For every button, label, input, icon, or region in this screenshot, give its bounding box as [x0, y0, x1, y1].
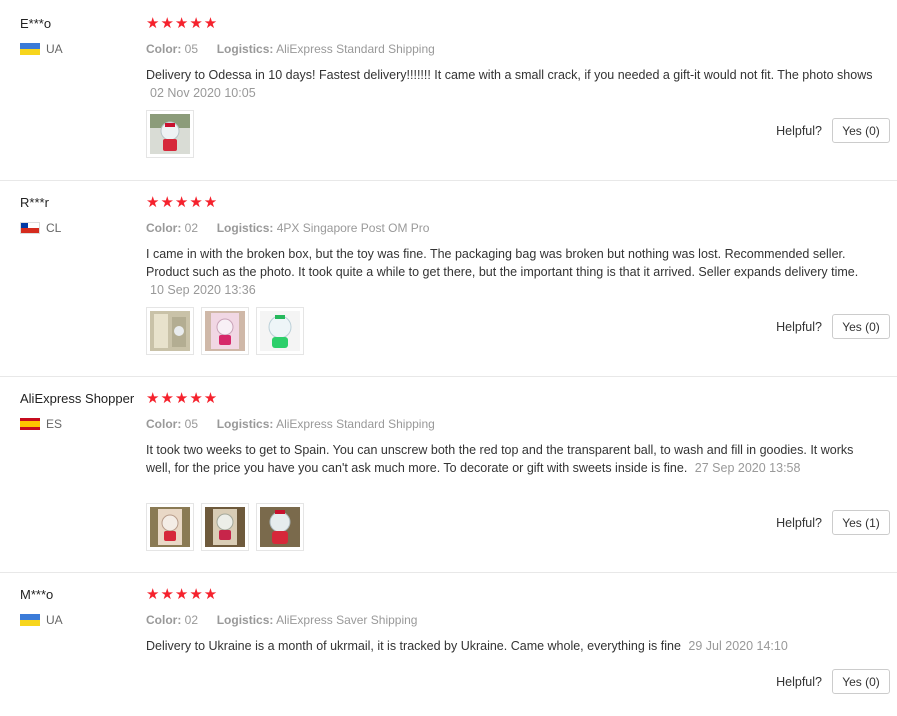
review-photo-thumbnail[interactable]	[146, 503, 194, 551]
reviewer-country: CL	[20, 221, 61, 235]
color-value: 02	[184, 221, 199, 235]
color-value: 05	[184, 42, 199, 56]
product-photo-icon	[260, 507, 300, 547]
review-photo-thumbnail[interactable]	[201, 503, 249, 551]
logistics-label: Logistics:	[216, 221, 274, 235]
reviewer-country: ES	[20, 417, 62, 431]
reviewer-name: R***r	[20, 195, 49, 210]
flag-es-icon	[20, 418, 40, 430]
helpful-yes-button[interactable]: Yes (1)	[832, 510, 890, 535]
star-rating: ★★★★★	[146, 15, 219, 32]
review-photo-thumbnail[interactable]	[256, 307, 304, 355]
logistics-label: Logistics:	[216, 42, 274, 56]
logistics-label: Logistics:	[216, 613, 274, 627]
review-item: AliExpress Shopper ES ★★★★★ Color: 05 Lo…	[0, 376, 897, 572]
review-meta: Color: 05 Logistics: AliExpress Standard…	[146, 42, 435, 56]
color-value: 02	[184, 613, 199, 627]
helpful-section: Helpful? Yes (0)	[776, 314, 890, 339]
review-photos	[146, 307, 311, 355]
helpful-label: Helpful?	[776, 123, 822, 138]
star-rating: ★★★★★	[146, 586, 219, 603]
review-meta: Color: 05 Logistics: AliExpress Standard…	[146, 417, 435, 431]
review-meta: Color: 02 Logistics: AliExpress Saver Sh…	[146, 613, 417, 627]
review-text: I came in with the broken box, but the t…	[146, 247, 859, 279]
color-label: Color:	[146, 417, 182, 431]
review-text: Delivery to Odessa in 10 days! Fastest d…	[146, 68, 873, 82]
reviewer-name: AliExpress Shopper	[20, 391, 135, 406]
logistics-value: AliExpress Standard Shipping	[276, 42, 435, 56]
helpful-section: Helpful? Yes (1)	[776, 510, 890, 535]
review-content: It took two weeks to get to Spain. You c…	[146, 441, 876, 477]
country-code: CL	[46, 221, 62, 235]
helpful-section: Helpful? Yes (0)	[776, 118, 890, 143]
color-label: Color:	[146, 613, 182, 627]
logistics-value: AliExpress Standard Shipping	[276, 417, 435, 431]
reviewer-country: UA	[20, 613, 63, 627]
review-item: M***o UA ★★★★★ Color: 02 Logistics: AliE…	[0, 572, 897, 716]
product-photo-icon	[150, 507, 190, 547]
review-date: 27 Sep 2020 13:58	[694, 461, 801, 475]
color-label: Color:	[146, 221, 182, 235]
product-photo-icon	[260, 311, 300, 351]
helpful-label: Helpful?	[776, 319, 822, 334]
helpful-yes-button[interactable]: Yes (0)	[832, 669, 890, 694]
logistics-value: 4PX Singapore Post OM Pro	[276, 221, 430, 235]
country-code: ES	[46, 417, 63, 431]
reviewer-name: M***o	[20, 587, 54, 602]
review-photo-thumbnail[interactable]	[256, 503, 304, 551]
review-photo-thumbnail[interactable]	[201, 307, 249, 355]
review-photos	[146, 503, 311, 551]
product-photo-icon	[150, 311, 190, 351]
logistics-label: Logistics:	[216, 417, 274, 431]
flag-cl-icon	[20, 222, 40, 234]
product-photo-icon	[150, 114, 190, 154]
star-rating: ★★★★★	[146, 390, 219, 407]
review-date: 10 Sep 2020 13:36	[150, 283, 256, 297]
review-content: Delivery to Odessa in 10 days! Fastest d…	[146, 66, 876, 102]
review-date: 02 Nov 2020 10:05	[150, 86, 256, 100]
reviewer-name: E***o	[20, 16, 52, 31]
review-item: E***o UA ★★★★★ Color: 05 Logistics: AliE…	[0, 2, 897, 180]
color-value: 05	[184, 417, 199, 431]
product-photo-icon	[205, 507, 245, 547]
helpful-yes-button[interactable]: Yes (0)	[832, 314, 890, 339]
helpful-label: Helpful?	[776, 515, 822, 530]
review-text: Delivery to Ukraine is a month of ukrmai…	[146, 639, 681, 653]
review-content: I came in with the broken box, but the t…	[146, 245, 876, 299]
review-item: R***r CL ★★★★★ Color: 02 Logistics: 4PX …	[0, 180, 897, 376]
reviewer-country: UA	[20, 42, 63, 56]
country-code: UA	[46, 42, 63, 56]
helpful-yes-button[interactable]: Yes (0)	[832, 118, 890, 143]
review-photo-thumbnail[interactable]	[146, 307, 194, 355]
star-rating: ★★★★★	[146, 194, 219, 211]
helpful-section: Helpful? Yes (0)	[776, 669, 890, 694]
review-content: Delivery to Ukraine is a month of ukrmai…	[146, 637, 876, 655]
review-meta: Color: 02 Logistics: 4PX Singapore Post …	[146, 221, 429, 235]
flag-ua-icon	[20, 614, 40, 626]
review-photos	[146, 110, 201, 158]
review-date: 29 Jul 2020 14:10	[688, 639, 788, 653]
product-photo-icon	[205, 311, 245, 351]
color-label: Color:	[146, 42, 182, 56]
flag-ua-icon	[20, 43, 40, 55]
logistics-value: AliExpress Saver Shipping	[276, 613, 418, 627]
review-photo-thumbnail[interactable]	[146, 110, 194, 158]
helpful-label: Helpful?	[776, 674, 822, 689]
country-code: UA	[46, 613, 63, 627]
